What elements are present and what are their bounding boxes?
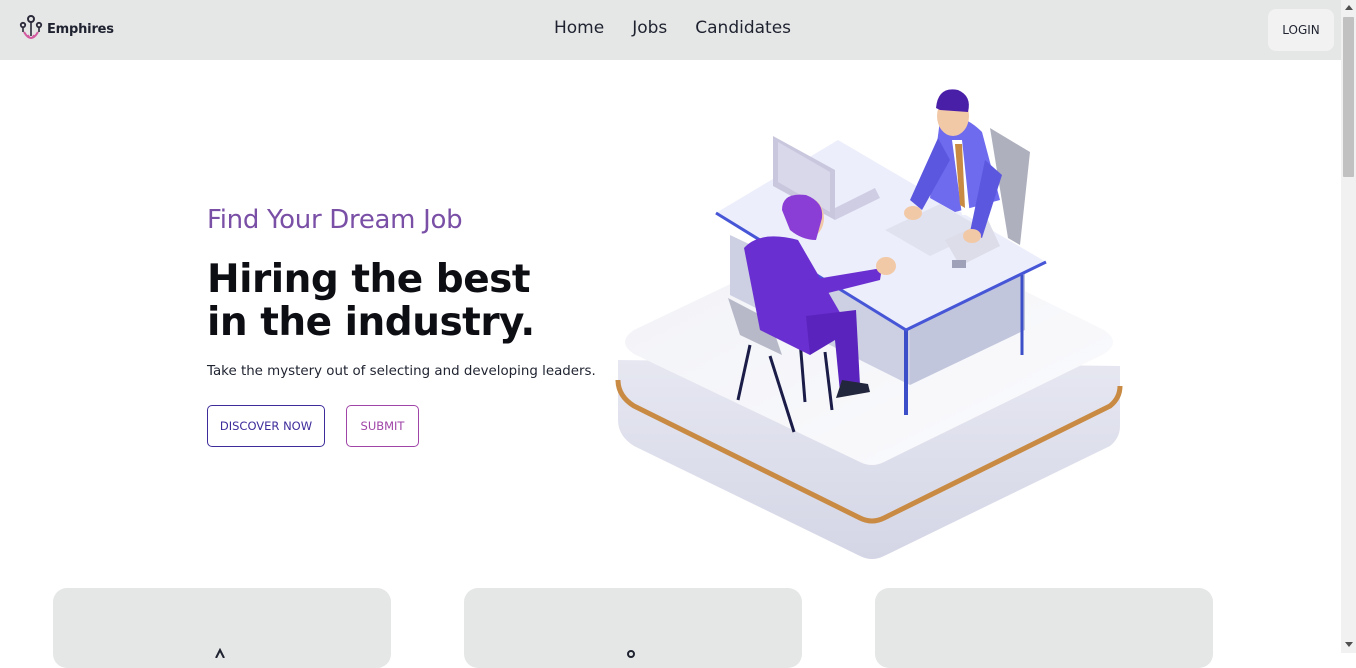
feature-card[interactable] (875, 588, 1213, 668)
nav-links: Home Jobs Candidates (554, 18, 819, 38)
login-button[interactable]: LOGIN (1268, 9, 1334, 51)
submit-button[interactable]: SUBMIT (346, 405, 419, 447)
brand-name: Emphires (47, 21, 114, 37)
hero-subtitle: Find Your Dream Job (207, 205, 463, 235)
feature-card[interactable] (464, 588, 802, 668)
nav-link-home[interactable]: Home (554, 18, 604, 38)
feature-card[interactable] (53, 588, 391, 668)
hero-title-line-1: Hiring the best (207, 257, 531, 302)
discover-now-button[interactable]: DISCOVER NOW (207, 405, 325, 447)
hero-title: Hiring the best in the industry. (207, 258, 535, 344)
hero-description: Take the mystery out of selecting and de… (207, 364, 596, 379)
hiring-interview-illustration (615, 89, 1123, 559)
top-navbar: Emphires Home Jobs Candidates LOGIN (0, 0, 1341, 60)
brand[interactable]: Emphires (19, 14, 114, 44)
scroll-thumb[interactable] (1343, 17, 1354, 177)
nav-link-jobs[interactable]: Jobs (632, 18, 667, 38)
vertical-scrollbar[interactable] (1341, 0, 1356, 653)
brand-logo-icon (19, 15, 43, 39)
scroll-down-arrow-icon[interactable] (1345, 642, 1353, 647)
card-icon (215, 648, 225, 658)
card-icon (627, 650, 635, 658)
hero-title-line-2: in the industry. (207, 300, 535, 345)
scroll-up-arrow-icon[interactable] (1345, 5, 1353, 10)
nav-link-candidates[interactable]: Candidates (695, 18, 791, 38)
